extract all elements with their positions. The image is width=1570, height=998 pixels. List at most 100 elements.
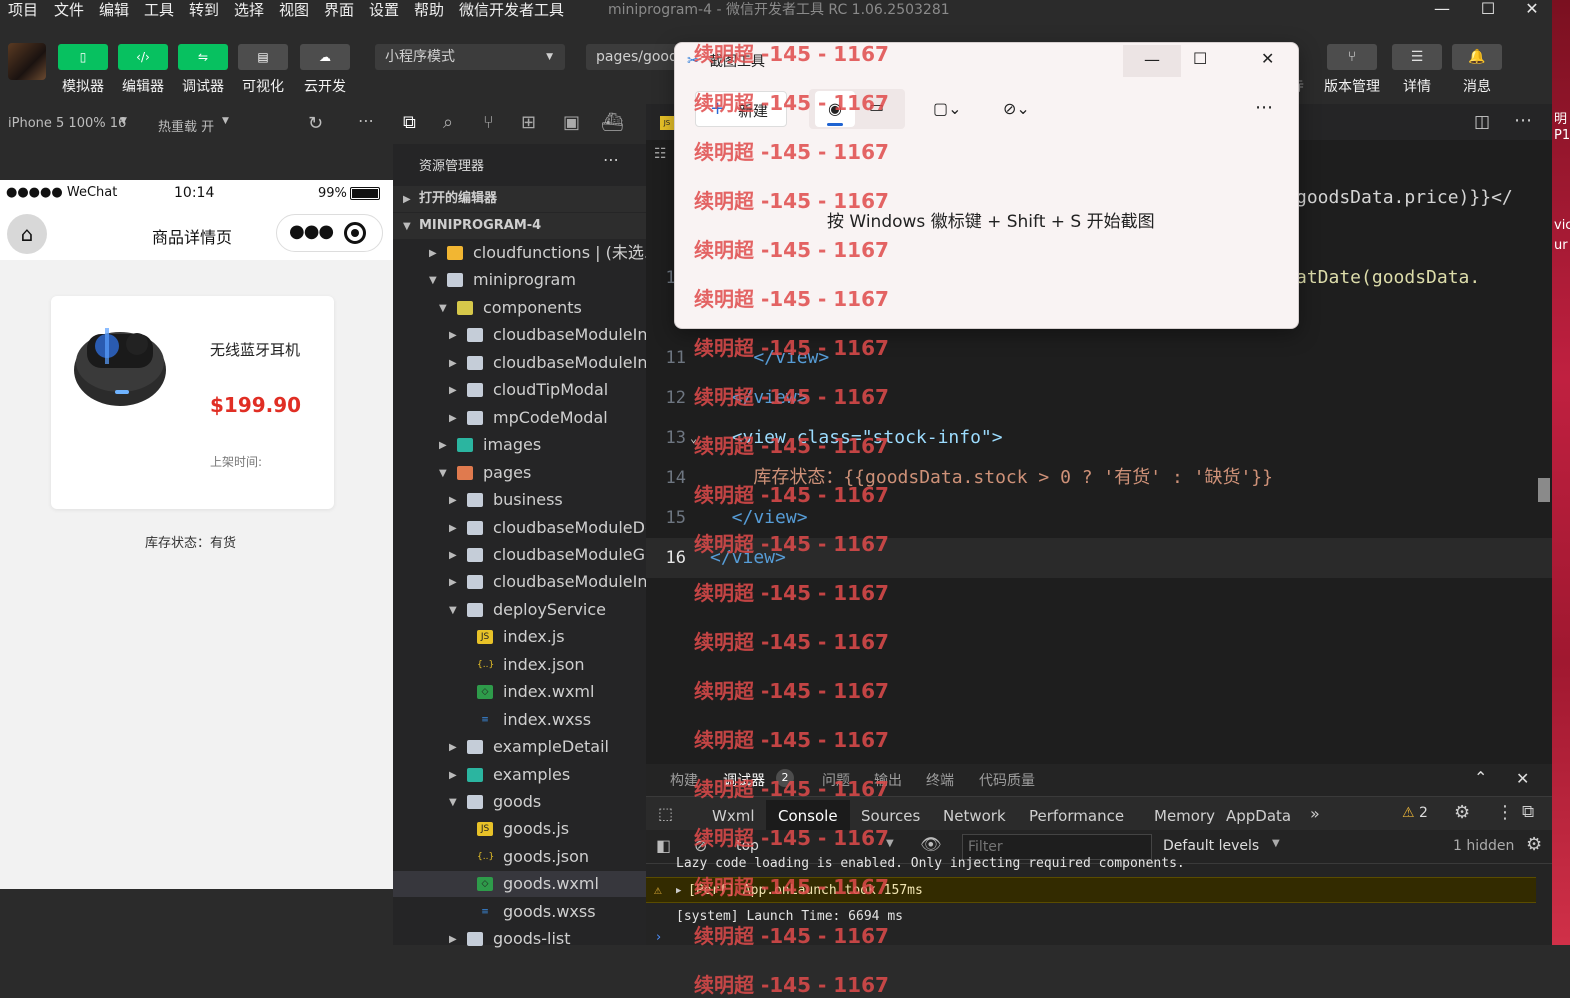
tree-folder[interactable]: ▼ goods [393,789,646,815]
menu-view[interactable]: 视图 [279,0,309,20]
tree-file[interactable]: {..} index.json [393,652,646,678]
tree-file[interactable]: ≡ goods.wxss [393,899,646,925]
more-icon[interactable]: ●●● [289,221,334,242]
product-card[interactable]: 无线蓝牙耳机 $199.90 上架时间: [51,296,334,509]
chevron-right-icon[interactable]: ▶ [439,433,447,458]
eye-icon[interactable]: 👁 [920,835,942,855]
tree-file[interactable]: JS goods.js [393,816,646,842]
more-icon[interactable]: ⋯ [1255,97,1273,118]
tree-folder[interactable]: ▼ pages [393,460,646,486]
gear-icon[interactable]: ⚙ [1454,802,1470,823]
hot-reload-toggle[interactable]: 热重载 开 [158,116,214,135]
tab-debugger[interactable]: 调试器 [723,770,765,790]
close-icon[interactable]: ✕ [1261,49,1274,68]
kebab-icon[interactable]: ⋮ [1496,802,1514,823]
chevron-right-icon[interactable]: ▶ [449,763,457,788]
chevron-down-icon[interactable]: ▼ [449,790,457,815]
tree-folder[interactable]: ▶ exampleDetail [393,734,646,760]
tree-folder[interactable]: ▶ cloudbaseModuleIns... [393,322,646,348]
chevron-right-icon[interactable]: ▶ [429,241,437,266]
chevron-right-icon[interactable]: ▶ [449,543,457,568]
tree-file[interactable]: ≡ index.wxss [393,707,646,733]
chevron-right-icon[interactable]: ▶ [449,488,457,513]
project-section[interactable]: ▼ MINIPROGRAM-4 [393,213,646,239]
tree-file[interactable]: ◇ index.wxml [393,679,646,705]
snip-shape-icon[interactable]: ▢⌄ [933,99,962,118]
menu-goto[interactable]: 转到 [189,0,219,20]
tree-folder[interactable]: ▶ images [393,432,646,458]
open-editors-section[interactable]: ▶ 打开的编辑器 [393,186,646,212]
new-snip-button[interactable]: + 新建 [695,91,787,127]
tree-folder[interactable]: ▶ cloudfunctions | (未选... [393,240,646,266]
chevron-down-icon[interactable]: ▼ [439,461,447,486]
docker-icon[interactable]: ⛴ [601,112,624,133]
cloud-dev-button[interactable]: ☁ [300,44,350,70]
more-tabs-icon[interactable]: » [1310,804,1320,823]
chevron-right-icon[interactable]: ▶ [449,735,457,760]
tab-code-quality[interactable]: 代码质量 [979,770,1035,790]
devtools-tab-network[interactable]: Network [931,800,1018,832]
debugger-button[interactable]: ⇋ [178,44,228,70]
device-select[interactable]: iPhone 5 100% 16 [8,116,126,131]
chevron-right-icon[interactable]: ▶ [449,516,457,541]
tree-folder[interactable]: ▼ components [393,295,646,321]
maximize-icon[interactable]: ☐ [1468,0,1508,20]
split-editor-icon[interactable]: ◫ [1474,112,1490,132]
video-icon[interactable]: ▭ [869,97,884,116]
mode-select[interactable]: 小程序模式 ▼ [375,44,565,70]
visual-button[interactable]: ▤ [238,44,288,70]
tree-file[interactable]: JS index.js [393,624,646,650]
menu-wechat-devtools[interactable]: 微信开发者工具 [459,0,564,20]
menu-edit[interactable]: 编辑 [99,0,129,20]
tree-folder[interactable]: ▼ deployService [393,597,646,623]
devtools-tab-console[interactable]: Console [766,800,850,832]
more-icon[interactable]: ⋯ [603,150,619,169]
chevron-down-icon[interactable]: ▼ [449,598,457,623]
chevron-up-icon[interactable]: ⌃ [1474,768,1487,787]
menu-select[interactable]: 选择 [234,0,264,20]
tree-file[interactable]: ◇ goods.wxml [393,871,646,898]
minimize-icon[interactable]: — [1123,45,1181,77]
chevron-right-icon[interactable]: ▶ [449,927,457,952]
extensions-icon[interactable]: ⊞ [521,112,536,133]
tree-folder[interactable]: ▶ cloudbaseModuleIns... [393,569,646,595]
tree-folder[interactable]: ▶ mpCodeModal [393,405,646,431]
details-button[interactable]: ☰ [1392,44,1442,70]
version-control-button[interactable]: ⑂ [1327,44,1377,70]
editor-button[interactable]: ‹/› [118,44,168,70]
tree-folder[interactable]: ▶ examples [393,762,646,788]
minimize-icon[interactable]: — [1422,0,1462,20]
expand-icon[interactable]: ▶ [676,878,681,904]
more-icon[interactable]: ⋯ [358,111,374,130]
inspect-icon[interactable]: ⬚ [658,804,673,823]
close-target-icon[interactable] [344,222,366,244]
home-icon[interactable]: ⌂ [7,214,47,254]
menu-settings[interactable]: 设置 [369,0,399,20]
devtools-tab-wxml[interactable]: Wxml [700,800,767,832]
clear-icon[interactable]: ⊘ [694,836,707,855]
tree-folder[interactable]: ▶ cloudbaseModuleGu... [393,542,646,568]
fold-icon[interactable]: ⌄ [690,418,697,458]
git-icon[interactable]: ⑂ [483,112,494,133]
more-icon[interactable]: ⋯ [1514,110,1532,131]
outline-icon[interactable]: ☷ [654,146,667,162]
tab-problems[interactable]: 问题 [822,770,850,790]
tree-folder[interactable]: ▶ goods-list [393,926,646,952]
sidebar-toggle-icon[interactable]: ◧ [656,836,671,855]
tree-file[interactable]: {..} goods.json [393,844,646,870]
delay-icon[interactable]: ⊘⌄ [1003,99,1030,118]
tree-folder[interactable]: ▶ cloudbaseModuleIns... [393,350,646,376]
refresh-icon[interactable]: ↻ [308,113,323,134]
close-icon[interactable]: ✕ [1512,0,1552,20]
menu-tools[interactable]: 工具 [144,0,174,20]
tree-folder[interactable]: ▶ cloudbaseModuleDe... [393,515,646,541]
console-warning[interactable]: ⚠ ▶ [Perf] App.onLaunch took 157ms [646,877,1536,903]
devtools-tab-performance[interactable]: Performance [1017,800,1136,832]
tree-folder[interactable]: ▶ business [393,487,646,513]
menu-file[interactable]: 文件 [54,0,84,20]
close-panel-icon[interactable]: ✕ [1516,769,1529,788]
chevron-right-icon[interactable]: ▶ [449,378,457,403]
tree-folder[interactable]: ▶ cloudTipModal [393,377,646,403]
messages-button[interactable]: 🔔 [1452,44,1502,70]
camera-icon[interactable]: ◉ [815,91,855,127]
